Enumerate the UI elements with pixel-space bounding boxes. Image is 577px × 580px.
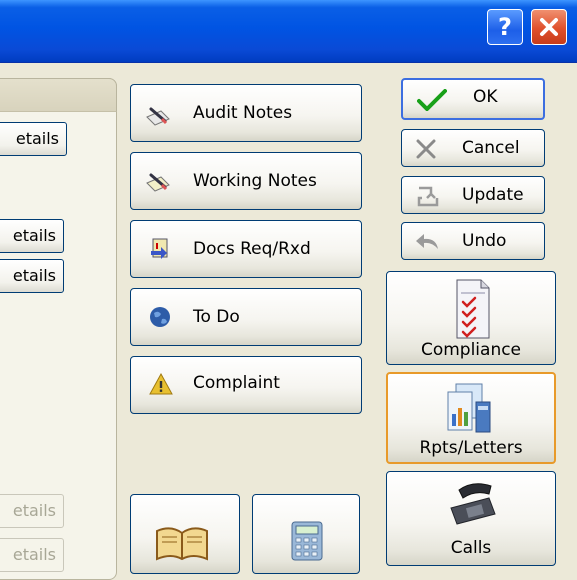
- undo-label: Undo: [462, 231, 507, 251]
- checklist-icon: [451, 278, 491, 345]
- pen-notepad-icon: [145, 171, 173, 198]
- update-button[interactable]: Update: [401, 176, 545, 214]
- warning-icon: [149, 372, 173, 400]
- complaint-button[interactable]: Complaint: [130, 356, 362, 414]
- details-button[interactable]: etails: [0, 122, 67, 156]
- close-icon: [540, 18, 558, 36]
- update-icon: [416, 185, 440, 212]
- calls-button[interactable]: Calls: [386, 471, 556, 566]
- compliance-label: Compliance: [420, 340, 522, 360]
- to-do-button[interactable]: To Do: [130, 288, 362, 346]
- reports-icon: [442, 380, 498, 441]
- docs-req-rxd-label: Docs Req/Rxd: [193, 239, 311, 259]
- complaint-label: Complaint: [193, 373, 280, 393]
- close-button[interactable]: [531, 9, 567, 45]
- details-button[interactable]: etails: [0, 219, 64, 253]
- book-button[interactable]: [130, 494, 240, 574]
- open-book-icon: [153, 521, 211, 566]
- undo-button[interactable]: Undo: [401, 222, 545, 260]
- details-button[interactable]: etails: [0, 259, 64, 293]
- docs-req-rxd-button[interactable]: Docs Req/Rxd: [130, 220, 362, 278]
- help-button[interactable]: ?: [487, 9, 523, 45]
- audit-notes-button[interactable]: Audit Notes: [130, 84, 362, 142]
- update-label: Update: [462, 185, 524, 205]
- compliance-button[interactable]: Compliance: [386, 271, 556, 365]
- globe-icon: [149, 306, 171, 333]
- working-notes-button[interactable]: Working Notes: [130, 152, 362, 210]
- pen-notepad-icon: [145, 105, 173, 132]
- audit-notes-label: Audit Notes: [193, 103, 293, 123]
- details-button-disabled: etails: [0, 494, 64, 528]
- cancel-button[interactable]: Cancel: [401, 129, 545, 167]
- telephone-icon: [445, 478, 499, 531]
- details-button-disabled: etails: [0, 538, 64, 572]
- calculator-button[interactable]: [252, 494, 360, 574]
- rpts-letters-button[interactable]: Rpts/Letters: [386, 372, 556, 464]
- calls-label: Calls: [450, 538, 492, 558]
- ok-label: OK: [473, 87, 498, 107]
- ok-button[interactable]: OK: [401, 78, 545, 120]
- working-notes-label: Working Notes: [193, 171, 317, 191]
- cancel-label: Cancel: [462, 138, 520, 158]
- docs-exchange-icon: [149, 237, 173, 268]
- x-icon: [416, 139, 436, 164]
- calculator-icon: [291, 521, 323, 566]
- undo-icon: [414, 233, 440, 256]
- title-bar: ?: [0, 0, 577, 63]
- panel-tab-header[interactable]: [0, 78, 117, 112]
- check-icon: [417, 89, 447, 116]
- to-do-label: To Do: [193, 307, 240, 327]
- rpts-letters-label: Rpts/Letters: [419, 438, 523, 458]
